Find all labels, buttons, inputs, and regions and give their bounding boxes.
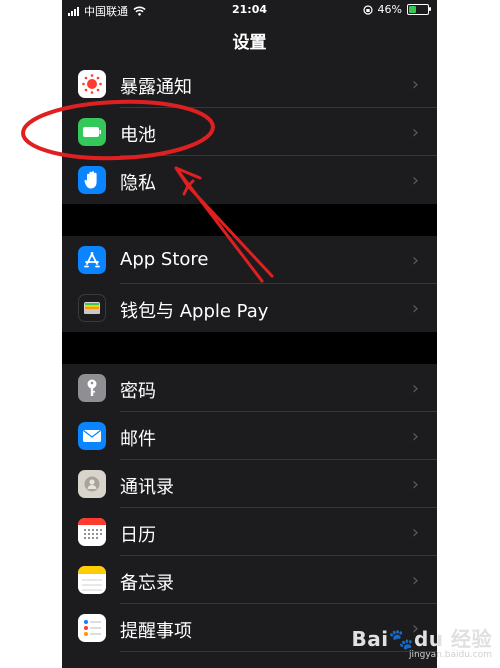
reminders-icon (78, 614, 106, 642)
chevron-right-icon: › (411, 522, 419, 543)
settings-group-1: 暴露通知 › 电池 › 隐私 › (62, 60, 437, 204)
group-spacer (62, 332, 437, 364)
key-icon (78, 374, 106, 402)
mail-icon (78, 422, 106, 450)
watermark: Bai🐾du 经验 jingyan.baidu.com (351, 623, 492, 660)
settings-row-label: 日历 (120, 525, 156, 546)
settings-row-label: 备忘录 (120, 573, 174, 594)
chevron-right-icon: › (411, 74, 419, 95)
settings-row-label: 暴露通知 (120, 77, 192, 98)
settings-row-label: 提醒事项 (120, 621, 192, 642)
settings-group-2: App Store › 钱包与 Apple Pay › (62, 236, 437, 332)
app-store-icon (78, 246, 106, 274)
paw-icon: 🐾 (388, 627, 414, 651)
contacts-icon (78, 470, 106, 498)
notes-icon (78, 566, 106, 594)
watermark-logo: Bai🐾du 经验 (351, 627, 492, 651)
exposure-notification-icon (78, 70, 106, 98)
chevron-right-icon: › (411, 170, 419, 191)
battery-icon (78, 118, 106, 146)
chevron-right-icon: › (411, 298, 419, 319)
settings-row-label: App Store (120, 249, 209, 270)
settings-row-label: 钱包与 Apple Pay (120, 301, 269, 322)
chevron-right-icon: › (411, 378, 419, 399)
settings-row-mail[interactable]: 邮件 › (62, 412, 437, 460)
nav-bar: 设置 (62, 20, 437, 60)
wallet-icon (78, 294, 106, 322)
settings-row-privacy[interactable]: 隐私 › (62, 156, 437, 204)
privacy-hand-icon (78, 166, 106, 194)
settings-row-label: 通讯录 (120, 477, 174, 498)
phone-screen: 中国联通 21:04 46% 设置 暴露通知 › 电池 › 隐私 › App S… (62, 0, 437, 668)
battery-percent: 46% (377, 3, 402, 16)
battery-status-icon (407, 4, 431, 15)
orientation-lock-icon (362, 4, 373, 15)
group-spacer (62, 204, 437, 236)
chevron-right-icon: › (411, 474, 419, 495)
chevron-right-icon: › (411, 122, 419, 143)
settings-row-label: 电池 (120, 125, 156, 146)
chevron-right-icon: › (411, 250, 419, 271)
page-title: 设置 (232, 33, 267, 53)
settings-row-exposure-notifications[interactable]: 暴露通知 › (62, 60, 437, 108)
settings-row-app-store[interactable]: App Store › (62, 236, 437, 284)
calendar-icon (78, 518, 106, 546)
status-bar: 中国联通 21:04 46% (62, 0, 437, 20)
settings-row-battery[interactable]: 电池 › (62, 108, 437, 156)
settings-row-contacts[interactable]: 通讯录 › (62, 460, 437, 508)
chevron-right-icon: › (411, 570, 419, 591)
chevron-right-icon: › (411, 426, 419, 447)
settings-row-passwords[interactable]: 密码 › (62, 364, 437, 412)
settings-row-calendar[interactable]: 日历 › (62, 508, 437, 556)
settings-row-notes[interactable]: 备忘录 › (62, 556, 437, 604)
settings-row-wallet[interactable]: 钱包与 Apple Pay › (62, 284, 437, 332)
settings-row-label: 密码 (120, 381, 156, 402)
settings-row-label: 隐私 (120, 173, 156, 194)
settings-row-label: 邮件 (120, 429, 156, 450)
